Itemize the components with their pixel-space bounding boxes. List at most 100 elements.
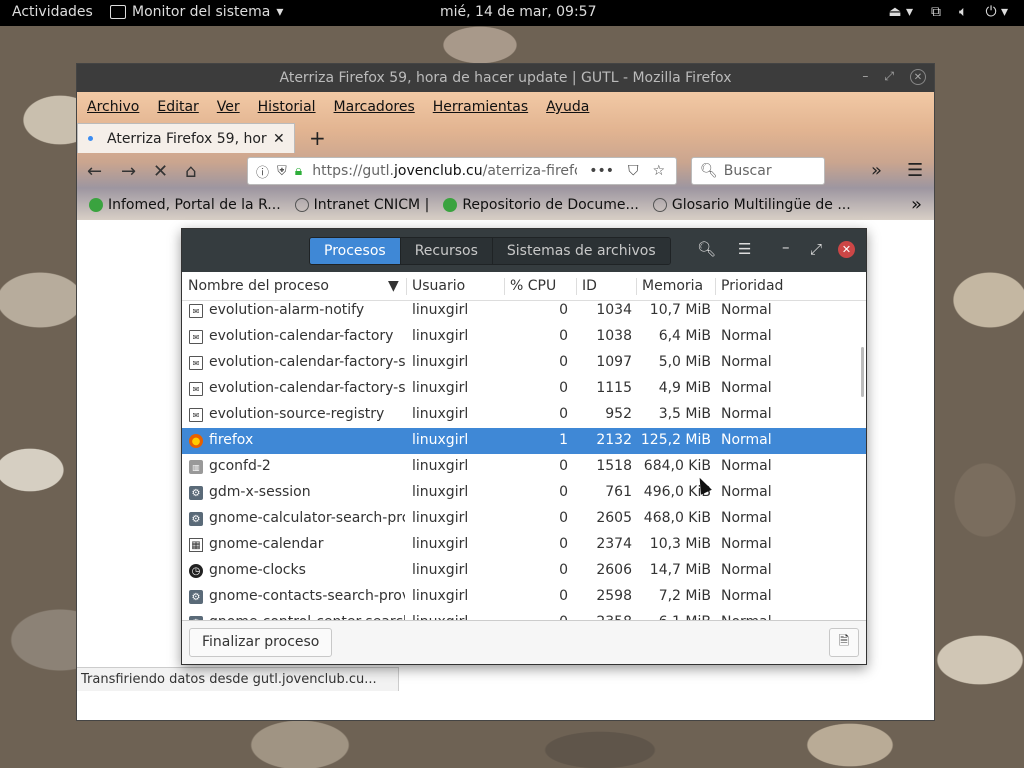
firefox-titlebar[interactable]: Aterriza Firefox 59, hora de hacer updat…	[77, 64, 934, 92]
col-cpu[interactable]: % CPU	[510, 278, 556, 294]
tab-recursos[interactable]: Recursos	[400, 238, 493, 264]
search-placeholder: Buscar	[723, 163, 772, 179]
col-nombre[interactable]: Nombre del proceso	[188, 278, 329, 294]
window-title: Aterriza Firefox 59, hora de hacer updat…	[279, 70, 732, 86]
bookmark-repositorio[interactable]: Repositorio de Docume...	[443, 197, 639, 213]
sort-desc-icon[interactable]: ▼	[388, 278, 399, 294]
forward-icon[interactable]: →	[121, 161, 136, 182]
system-monitor-icon	[110, 5, 126, 19]
end-process-button[interactable]: Finalizar proceso	[189, 628, 333, 657]
process-icon: ✉	[189, 356, 203, 370]
scrollbar[interactable]	[861, 347, 864, 397]
bookmark-intranet[interactable]: Intranet CNICM |	[294, 197, 429, 213]
tracking-shield-icon[interactable]: ⛨	[277, 164, 287, 179]
process-name: gnome-contacts-search-provid	[209, 588, 405, 604]
table-row[interactable]: ◷ gnome-clocks linuxgirl 0 2606 14,7 MiB Norma…	[182, 558, 866, 584]
process-icon: ✉	[189, 408, 203, 422]
col-id[interactable]: ID	[582, 278, 597, 294]
clock[interactable]: mié, 14 de mar, 09:57	[440, 4, 596, 20]
process-id: 1097	[596, 354, 632, 370]
info-icon[interactable]: ⓘ	[256, 162, 269, 181]
process-memory: 10,7 MiB	[649, 302, 711, 318]
table-row[interactable]: ▥ gconfd-2 linuxgirl 0 1518 684,0 KiB Normal	[182, 454, 866, 480]
col-prioridad[interactable]: Prioridad	[721, 278, 783, 294]
process-cpu: 0	[559, 484, 568, 500]
tab-close-icon[interactable]: ✕	[273, 131, 285, 147]
menu-ver[interactable]: Ver	[217, 99, 248, 115]
system-tray[interactable]: ⏏ ▾ ⧉ 🔈︎ ⏻ ▾	[888, 4, 1008, 20]
stop-icon[interactable]: ✕	[153, 161, 168, 182]
display-icon[interactable]: ⧉	[931, 4, 941, 20]
process-memory: 3,5 MiB	[658, 406, 711, 422]
table-row[interactable]: ✉ evolution-alarm-notify linuxgirl 0 1034 10,…	[182, 301, 866, 324]
process-cpu: 0	[559, 458, 568, 474]
minimize-icon[interactable]: –	[862, 69, 868, 85]
bookmark-glosario[interactable]: Glosario Multilingüe de ...	[652, 197, 851, 213]
bookmark-infomed[interactable]: Infomed, Portal de la R...	[89, 197, 281, 213]
search-icon: 🔍︎	[700, 163, 718, 179]
app-menu[interactable]: Monitor del sistema ▾	[110, 4, 283, 20]
table-row[interactable]: ⚙ gnome-calculator-search-provi linuxgirl 0…	[182, 506, 866, 532]
menu-ayuda[interactable]: Ayuda	[546, 99, 597, 115]
process-id: 2598	[596, 588, 632, 604]
table-row[interactable]: ● firefox linuxgirl 1 2132 125,2 MiB Normal	[182, 428, 866, 454]
table-row[interactable]: ✉ evolution-calendar-factory linuxgirl 0 103…	[182, 324, 866, 350]
table-row[interactable]: ✉ evolution-calendar-factory-sub linuxgirl…	[182, 350, 866, 376]
back-icon[interactable]: ←	[87, 161, 102, 182]
process-user: linuxgirl	[412, 588, 469, 604]
menu-marcadores[interactable]: Marcadores	[334, 99, 423, 115]
process-memory: 4,9 MiB	[658, 380, 711, 396]
process-id: 952	[605, 406, 632, 422]
url-bar[interactable]: ⓘ ⛨ 🔒︎ https://gutl.jovenclub.cu/aterriz…	[247, 157, 677, 185]
volume-icon[interactable]: 🔈︎	[959, 4, 967, 20]
menu-herramientas[interactable]: Herramientas	[433, 99, 536, 115]
view-switcher: Procesos Recursos Sistemas de archivos	[309, 237, 671, 265]
overflow-chevron-icon[interactable]: »	[871, 160, 882, 181]
menu-archivo[interactable]: Archivo	[87, 99, 147, 115]
table-row[interactable]: ▦ gnome-calendar linuxgirl 0 2374 10,3 MiB Nor…	[182, 532, 866, 558]
page-actions-icon[interactable]: •••	[589, 163, 614, 179]
minimize-icon[interactable]: –	[782, 238, 790, 256]
search-input[interactable]: 🔍︎ Buscar	[691, 157, 825, 185]
properties-icon[interactable]: 🗎	[829, 628, 859, 657]
process-priority: Normal	[721, 432, 772, 448]
power-icon[interactable]: ⏻ ▾	[985, 4, 1008, 20]
pocket-icon[interactable]: ⛉	[628, 163, 639, 179]
process-memory: 125,2 MiB	[640, 432, 711, 448]
home-icon[interactable]: ⌂	[185, 161, 196, 182]
close-icon[interactable]: ✕	[838, 241, 855, 258]
process-name: gdm-x-session	[209, 484, 311, 500]
hamburger-menu-icon[interactable]: ☰	[907, 160, 923, 181]
process-name: gnome-calendar	[209, 536, 324, 552]
table-row[interactable]: ⚙ gdm-x-session linuxgirl 0 761 496,0 KiB Norm…	[182, 480, 866, 506]
bookmark-star-icon[interactable]: ☆	[653, 163, 666, 179]
browser-tab[interactable]: Aterriza Firefox 59, hora de hacer updat…	[77, 123, 295, 153]
menu-historial[interactable]: Historial	[258, 99, 324, 115]
maximize-icon[interactable]: ⤢	[884, 69, 894, 85]
table-row[interactable]: ✉ evolution-source-registry linuxgirl 0 952 3…	[182, 402, 866, 428]
sysmon-headerbar[interactable]: Procesos Recursos Sistemas de archivos 🔍…	[182, 229, 866, 272]
eject-icon[interactable]: ⏏ ▾	[888, 4, 913, 20]
new-tab-icon[interactable]: +	[309, 126, 326, 150]
url-text[interactable]: https://gutl.jovenclub.cu/aterriza-firef…	[312, 163, 577, 179]
hamburger-menu-icon[interactable]: ☰	[738, 240, 751, 258]
process-icon: ⚙	[189, 486, 203, 500]
table-row[interactable]: ✉ evolution-calendar-factory-sub linuxgirl…	[182, 376, 866, 402]
app-menu-label: Monitor del sistema	[132, 4, 271, 20]
tab-procesos[interactable]: Procesos	[310, 238, 401, 264]
activities-button[interactable]: Actividades	[12, 4, 93, 20]
bookmarks-overflow-icon[interactable]: »	[911, 194, 922, 215]
search-icon[interactable]: 🔍︎	[697, 240, 716, 258]
tab-label: Aterriza Firefox 59, hora de hacer updat…	[107, 130, 267, 147]
process-list[interactable]: ✉ evolution-alarm-notify linuxgirl 0 1034 10,…	[182, 301, 866, 622]
tab-sistemas-de-archivos[interactable]: Sistemas de archivos	[492, 238, 670, 264]
process-cpu: 0	[559, 380, 568, 396]
process-user: linuxgirl	[412, 562, 469, 578]
process-memory: 684,0 KiB	[643, 458, 711, 474]
close-icon[interactable]: ✕	[910, 69, 926, 85]
table-row[interactable]: ⚙ gnome-contacts-search-provid linuxgirl 0 2…	[182, 584, 866, 610]
col-usuario[interactable]: Usuario	[412, 278, 465, 294]
maximize-icon[interactable]: ⤢	[810, 240, 822, 258]
menu-editar[interactable]: Editar	[157, 99, 206, 115]
col-memoria[interactable]: Memoria	[642, 278, 703, 294]
